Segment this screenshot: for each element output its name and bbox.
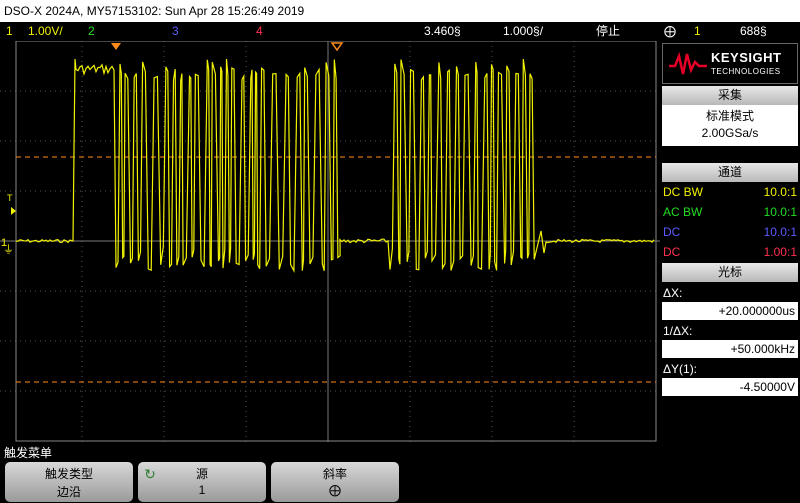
time-delay[interactable]: 3.460§: [424, 22, 461, 41]
brand-name: KEYSIGHT: [711, 50, 782, 65]
trigger-marker-label: T: [7, 193, 13, 203]
slope-softkey[interactable]: 斜率 ⨁: [271, 462, 399, 502]
delta-y-label: ΔY(1):: [663, 362, 698, 376]
channels-header: 通道: [662, 163, 798, 182]
trigger-type-softkey[interactable]: 触发类型 边沿: [5, 462, 133, 502]
status-bar: 1 1.00V/ 2 3 4 3.460§ 1.000§/ 停止 ⨁ 1 688…: [0, 22, 800, 41]
acquisition-header: 采集: [662, 86, 798, 105]
cursors-header: 光标: [662, 263, 798, 282]
channel3-number[interactable]: 3: [172, 22, 179, 41]
source-softkey[interactable]: ↻ 源 1: [138, 462, 266, 502]
inverse-delta-x-value: +50.000kHz: [662, 340, 798, 358]
keysight-wave-icon: [669, 52, 707, 75]
keysight-logo: KEYSIGHT TECHNOLOGIES: [662, 43, 798, 84]
time-scale[interactable]: 1.000§/: [503, 22, 543, 41]
title-bar: DSO-X 2024A, MY57153102: Sun Apr 28 15:2…: [0, 0, 800, 22]
channel-row-2: AC BW 10.0:1: [663, 205, 797, 219]
trigger-source: 1: [694, 24, 701, 38]
softkey-bar: 触发菜单 触发类型 边沿 ↻ 源 1 斜率 ⨁: [0, 442, 800, 503]
delta-y-value: -4.50000V: [662, 378, 798, 396]
trigger-level[interactable]: 688§: [740, 22, 767, 41]
acquisition-box: 标准模式 2.00GSa/s: [662, 105, 798, 146]
menu-name: 触发菜单: [4, 446, 53, 460]
channel1-number[interactable]: 1: [6, 22, 13, 41]
channel1-scale[interactable]: 1.00V/: [28, 22, 63, 41]
ground-icon: ⏚: [3, 243, 14, 256]
graticule: T 1 ⏚: [0, 40, 660, 442]
sample-rate: 2.00GSa/s: [701, 126, 759, 140]
cursor-readouts: ΔX: +20.000000us 1/ΔX: +50.000kHz ΔY(1):…: [660, 282, 800, 402]
trigger-slope-icon: ⨁: [664, 24, 676, 38]
delta-x-value: +20.000000us: [662, 302, 798, 320]
channel-row-4: DC 1.00:1: [663, 245, 797, 259]
run-state: 停止: [596, 24, 621, 38]
waveform-display[interactable]: T 1 ⏚: [0, 40, 660, 442]
brand-subtitle: TECHNOLOGIES: [711, 67, 781, 76]
channel-row-1: DC BW 10.0:1: [663, 185, 797, 199]
delta-x-label: ΔX:: [663, 286, 683, 300]
channel2-number[interactable]: 2: [88, 22, 95, 41]
channel-row-3: DC 10.0:1: [663, 225, 797, 239]
inverse-delta-x-label: 1/ΔX:: [663, 324, 693, 338]
channel4-number[interactable]: 4: [256, 22, 263, 41]
right-info-panel: KEYSIGHT TECHNOLOGIES 采集 标准模式 2.00GSa/s …: [660, 41, 800, 442]
acquisition-mode: 标准模式: [705, 109, 754, 123]
channels-list: DC BW 10.0:1 AC BW 10.0:1 DC 10.0:1 DC 1…: [660, 182, 800, 262]
